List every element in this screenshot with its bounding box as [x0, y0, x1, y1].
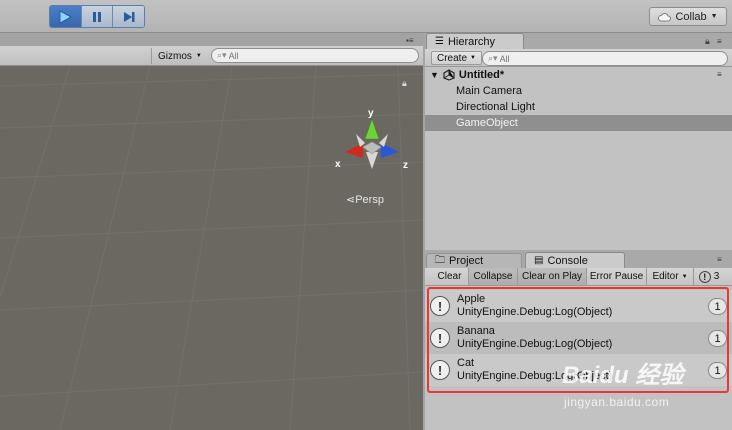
- scene-root-row[interactable]: ▼ Untitled* ≡: [425, 67, 732, 83]
- perspective-icon: ⋖: [346, 194, 356, 206]
- pause-button[interactable]: [81, 6, 114, 27]
- log-count-badge: 1: [708, 330, 727, 347]
- lock-icon[interactable]: 🔒︎: [705, 36, 710, 47]
- scene-gizmo-icon[interactable]: y x z: [332, 106, 412, 186]
- main-toolbar: Collab ▼: [0, 0, 732, 33]
- error-pause-toggle[interactable]: Error Pause: [587, 268, 647, 285]
- chevron-down-icon: ▼: [681, 273, 688, 280]
- step-button[interactable]: [113, 6, 144, 27]
- tab-console[interactable]: ▤ Console: [525, 252, 625, 268]
- watermark-logo: Baidu 经验: [562, 362, 684, 389]
- scene-menu-icon[interactable]: ≡: [717, 71, 731, 79]
- scene-tab-strip: ▪≡: [0, 33, 423, 46]
- log-filter-toggle[interactable]: ! 3: [694, 268, 724, 285]
- scene-search-field[interactable]: ⌕▾: [211, 48, 419, 63]
- clear-on-play-label: Clear on Play: [521, 271, 583, 282]
- panel-menu-icon[interactable]: ≡: [717, 38, 731, 46]
- clear-label: Clear: [437, 271, 462, 282]
- unity-scene-icon: [443, 69, 455, 81]
- editor-dropdown[interactable]: Editor ▼: [647, 268, 694, 285]
- step-icon: [123, 11, 135, 22]
- info-icon: !: [430, 328, 450, 348]
- collapse-toggle[interactable]: Collapse: [469, 268, 518, 285]
- scene-panel: ▪≡ Gizmos ▼ ⌕▾ �: [0, 33, 423, 430]
- hierarchy-search-field[interactable]: ⌕▾: [482, 51, 728, 66]
- project-tab-label: Project: [449, 255, 484, 267]
- scene-name: Untitled*: [458, 69, 505, 81]
- hierarchy-toolbar: Create ▼ ⌕▾: [425, 49, 732, 67]
- collab-button[interactable]: Collab ▼: [649, 7, 727, 26]
- hierarchy-item[interactable]: GameObject: [425, 115, 732, 131]
- chevron-down-icon: ▼: [195, 53, 202, 59]
- collapse-label: Collapse: [473, 271, 513, 282]
- hierarchy-search-input[interactable]: [499, 53, 727, 64]
- search-icon: ⌕▾: [217, 50, 227, 60]
- hierarchy-item-label: Main Camera: [456, 85, 523, 97]
- console-tab-strip: 🗀︎ Project ▤ Console ≡: [425, 250, 732, 268]
- info-icon: !: [430, 296, 450, 316]
- scene-search-input[interactable]: [228, 50, 418, 61]
- gizmos-label: Gizmos: [158, 50, 192, 62]
- clear-on-play-toggle[interactable]: Clear on Play: [518, 268, 587, 285]
- gizmo-x-label: x: [335, 159, 341, 170]
- log-text: Banana UnityEngine.Debug:Log(Object): [457, 325, 612, 351]
- log-entry[interactable]: ! Banana UnityEngine.Debug:Log(Object) 1: [425, 322, 732, 354]
- hierarchy-item[interactable]: Main Camera: [425, 83, 732, 99]
- projection-label[interactable]: ⋖Persp: [346, 193, 384, 206]
- lock-icon[interactable]: 🔒︎: [402, 78, 407, 89]
- pause-icon: [93, 11, 101, 22]
- folder-icon: 🗀︎: [435, 254, 445, 266]
- log-count-badge: 1: [708, 362, 727, 379]
- log-count-label: 3: [713, 271, 720, 282]
- expand-arrow-icon[interactable]: ▼: [430, 70, 439, 80]
- log-entry[interactable]: ! Apple UnityEngine.Debug:Log(Object) 1: [425, 290, 732, 322]
- tab-project[interactable]: 🗀︎ Project: [426, 253, 522, 268]
- panel-menu-icon[interactable]: ≡: [717, 256, 731, 264]
- collab-label: Collab: [675, 10, 707, 23]
- hierarchy-tab-label: Hierarchy: [447, 35, 496, 48]
- panel-menu-icon[interactable]: ▪≡: [406, 37, 420, 45]
- list-icon: ☰: [435, 36, 444, 47]
- log-count-badge: 1: [708, 298, 727, 315]
- console-toolbar: Clear Collapse Clear on Play Error Pause…: [425, 268, 732, 286]
- cloud-icon: [658, 12, 672, 21]
- hierarchy-panel: ☰ Hierarchy 🔒︎ ≡ Create ▼ ⌕▾ ▼ Untitled*…: [425, 33, 732, 250]
- play-button[interactable]: [50, 6, 82, 27]
- create-label: Create: [437, 52, 468, 64]
- log-message: Apple: [457, 293, 486, 305]
- search-icon: ⌕▾: [488, 53, 498, 63]
- chevron-down-icon: ▼: [470, 55, 476, 61]
- tab-hierarchy[interactable]: ☰ Hierarchy: [426, 33, 524, 49]
- hierarchy-item-label: Directional Light: [456, 101, 535, 113]
- gizmos-dropdown[interactable]: Gizmos ▼: [151, 48, 208, 64]
- scene-viewport[interactable]: 🔒︎ y x z ⋖Persp: [0, 66, 423, 430]
- hierarchy-item-label: GameObject: [456, 117, 518, 129]
- watermark-url: jingyan.baidu.com: [564, 395, 670, 409]
- scene-toolbar: Gizmos ▼ ⌕▾: [0, 46, 423, 66]
- console-tab-label: Console: [547, 254, 588, 267]
- log-source: UnityEngine.Debug:Log(Object): [457, 306, 613, 318]
- log-source: UnityEngine.Debug:Log(Object): [457, 338, 613, 350]
- error-pause-label: Error Pause: [589, 271, 644, 282]
- playback-controls: [49, 5, 145, 28]
- info-icon: !: [698, 270, 711, 283]
- gizmo-z-label: z: [403, 160, 408, 171]
- persp-label: Persp: [355, 194, 384, 206]
- console-icon: ▤: [534, 255, 544, 266]
- create-dropdown[interactable]: Create ▼: [431, 51, 482, 65]
- hierarchy-tab-strip: ☰ Hierarchy 🔒︎ ≡: [425, 33, 732, 49]
- editor-label: Editor: [652, 271, 679, 282]
- log-text: Apple UnityEngine.Debug:Log(Object): [457, 293, 612, 319]
- hierarchy-item[interactable]: Directional Light: [425, 99, 732, 115]
- info-icon: !: [430, 360, 450, 380]
- log-message: Banana: [457, 325, 495, 337]
- play-icon: [59, 9, 73, 24]
- gizmo-y-label: y: [368, 108, 374, 119]
- clear-button[interactable]: Clear: [431, 268, 469, 285]
- chevron-down-icon: ▼: [710, 13, 718, 20]
